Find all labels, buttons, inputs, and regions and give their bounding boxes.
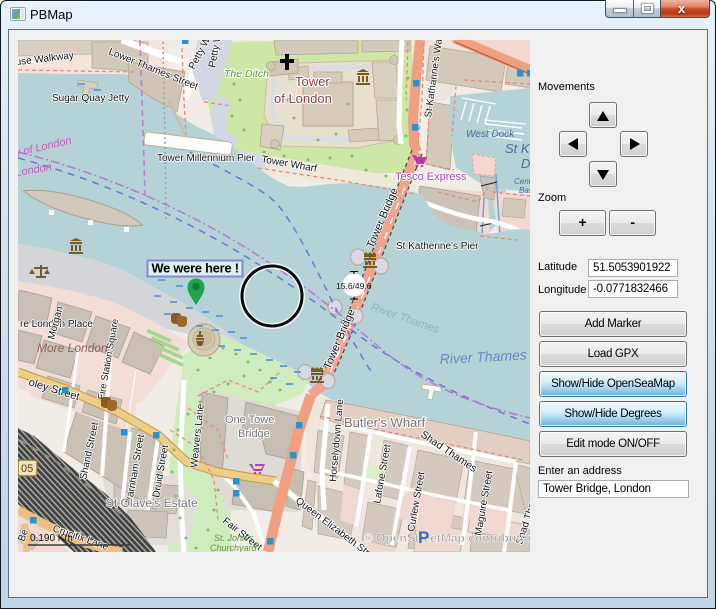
svg-text:Bridge: Bridge [238, 428, 270, 440]
svg-text:We were here !: We were here ! [152, 261, 239, 276]
svg-text:One Towe: One Towe [225, 414, 274, 426]
svg-text:D: D [521, 156, 530, 171]
svg-text:Churchyard: Churchyard [210, 543, 258, 552]
svg-text:05: 05 [21, 463, 33, 475]
svg-text:Tesco Express: Tesco Express [395, 171, 467, 183]
svg-text:St Olave's Estate: St Olave's Estate [106, 496, 198, 510]
svg-text:Tower Millennium Pier: Tower Millennium Pier [157, 153, 255, 164]
svg-text:Cent: Cent [514, 177, 530, 186]
svg-text:Butler's Wharf: Butler's Wharf [344, 415, 426, 430]
svg-text:Sugar Quay Jetty: Sugar Quay Jetty [52, 93, 129, 104]
svg-text:More London: More London [37, 341, 108, 355]
svg-text:of London: of London [274, 91, 332, 106]
svg-text:West Dock: West Dock [466, 129, 515, 140]
svg-text:St. John's: St. John's [214, 533, 254, 543]
svg-text:© OpenStreetMap contributors: © OpenStreetMap contributors [364, 531, 530, 545]
svg-text:St Katherine's Pier: St Katherine's Pier [396, 241, 479, 252]
svg-text:P: P [418, 528, 429, 547]
svg-text:Tower: Tower [295, 74, 330, 89]
svg-text:The Ditch: The Ditch [224, 68, 269, 80]
svg-text:15.6/49.6: 15.6/49.6 [336, 281, 372, 291]
svg-text:Bas: Bas [519, 186, 530, 195]
svg-text:0.190 Km: 0.190 Km [30, 533, 73, 544]
svg-text:St Ka: St Ka [505, 141, 530, 156]
